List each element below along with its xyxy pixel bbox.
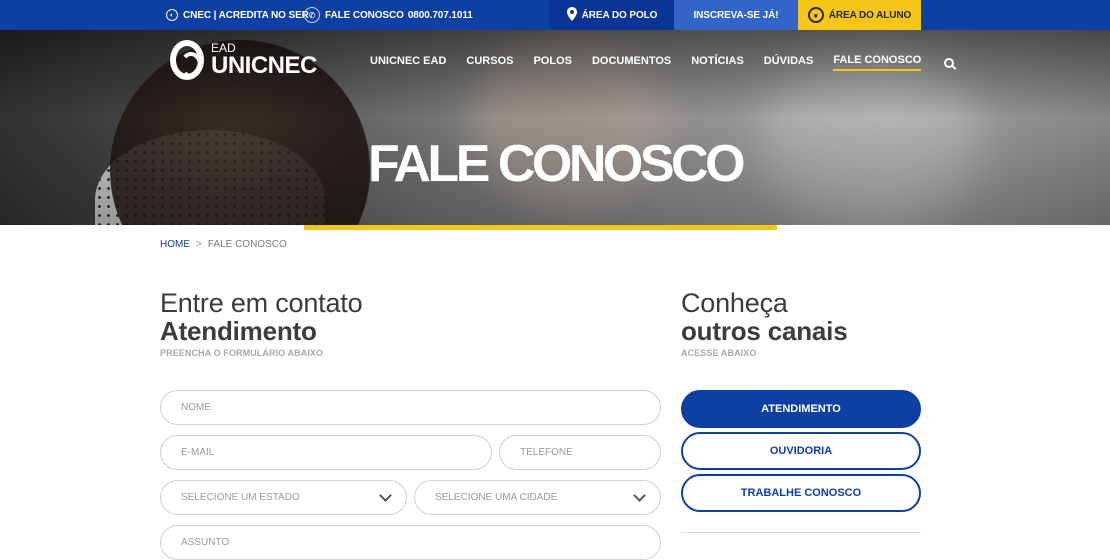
- site-logo[interactable]: EAD UNICNEC: [170, 40, 317, 80]
- channels-heading: Conheça outros canais ACESSE ABAIXO: [681, 288, 848, 358]
- state-select-label: SELECIONE UM ESTADO: [181, 492, 300, 503]
- channels-subtitle: ACESSE ABAIXO: [681, 347, 757, 358]
- phone-field: [499, 435, 661, 470]
- subject-field: [160, 525, 661, 560]
- state-select[interactable]: SELECIONE UM ESTADO: [160, 480, 407, 515]
- breadcrumb-separator: >: [196, 239, 202, 250]
- hero-banner: EAD UNICNEC UNICNEC EAD CURSOS POLOS DOC…: [0, 30, 1110, 225]
- nav-item-cursos[interactable]: CURSOS: [466, 55, 513, 70]
- subject-input[interactable]: [161, 526, 660, 559]
- nav-item-duvidas[interactable]: DÚVIDAS: [764, 55, 814, 70]
- channels-heading-bold: outros canais: [681, 316, 848, 346]
- logo-mark-icon: [170, 40, 204, 80]
- contact-heading-bold: Atendimento: [160, 316, 317, 346]
- phone-label: FALE CONOSCO: [325, 9, 404, 21]
- nav-item-documentos[interactable]: DOCUMENTOS: [592, 55, 671, 70]
- search-icon[interactable]: [944, 57, 955, 68]
- trabalhe-conosco-button[interactable]: TRABALHE CONOSCO: [681, 474, 921, 512]
- phone-input[interactable]: [500, 436, 660, 469]
- channels-heading-light: Conheça: [681, 288, 788, 318]
- map-pin-icon: [566, 6, 577, 24]
- area-aluno-button[interactable]: ● ÁREA DO ALUNO: [798, 0, 921, 30]
- area-aluno-label: ÁREA DO ALUNO: [828, 9, 912, 21]
- ouvidoria-button[interactable]: OUVIDORIA: [681, 432, 921, 470]
- nav-item-noticias[interactable]: NOTÍCIAS: [691, 55, 744, 70]
- email-input[interactable]: [161, 436, 491, 469]
- main-nav: UNICNEC EAD CURSOS POLOS DOCUMENTOS NOTÍ…: [370, 54, 955, 71]
- logo-big-text: UNICNEC: [211, 52, 317, 79]
- inscreva-label: INSCREVA-SE JÁ!: [693, 9, 779, 21]
- breadcrumb: HOME > FALE CONOSCO: [160, 239, 287, 250]
- nav-item-unicnec-ead[interactable]: UNICNEC EAD: [370, 55, 446, 70]
- hero-accent-bar: [304, 225, 777, 230]
- nav-item-polos[interactable]: POLOS: [533, 55, 572, 70]
- nav-item-fale-conosco[interactable]: FALE CONOSCO: [833, 54, 922, 71]
- area-polo-label: ÁREA DO POLO: [581, 9, 658, 21]
- channels-divider: [681, 532, 921, 533]
- page-title: FALE CONOSCO: [367, 135, 746, 193]
- phone-icon: ✆: [304, 7, 320, 23]
- breadcrumb-current: FALE CONOSCO: [207, 239, 287, 250]
- top-bar: ◐ CNEC | ACREDITA NO SER ✆ FALE CONOSCO …: [0, 0, 1110, 30]
- contact-heading: Entre em contato Atendimento PREENCHA O …: [160, 288, 363, 358]
- area-polo-button[interactable]: ÁREA DO POLO: [550, 0, 674, 30]
- email-field: [160, 435, 492, 470]
- phone-number: 0800.707.1011: [407, 9, 473, 21]
- chevron-down-icon: [379, 489, 392, 502]
- user-icon: ●: [807, 7, 824, 23]
- city-select[interactable]: SELECIONE UMA CIDADE: [414, 480, 661, 515]
- name-input[interactable]: [161, 391, 660, 424]
- cnec-icon: ◐: [166, 9, 178, 21]
- contact-heading-light: Entre em contato: [160, 288, 363, 318]
- phone-contact[interactable]: ✆ FALE CONOSCO 0800.707.1011: [304, 0, 473, 30]
- chevron-down-icon: [633, 489, 646, 502]
- contact-subtitle: PREENCHA O FORMULÁRIO ABAIXO: [160, 347, 324, 358]
- cnec-label: CNEC | ACREDITA NO SER: [183, 9, 309, 21]
- inscreva-button[interactable]: INSCREVA-SE JÁ!: [674, 0, 798, 30]
- breadcrumb-home[interactable]: HOME: [160, 239, 190, 250]
- atendimento-button[interactable]: ATENDIMENTO: [681, 390, 921, 428]
- name-field: [160, 390, 661, 425]
- city-select-label: SELECIONE UMA CIDADE: [435, 492, 558, 503]
- cnec-link[interactable]: ◐ CNEC | ACREDITA NO SER: [166, 0, 309, 30]
